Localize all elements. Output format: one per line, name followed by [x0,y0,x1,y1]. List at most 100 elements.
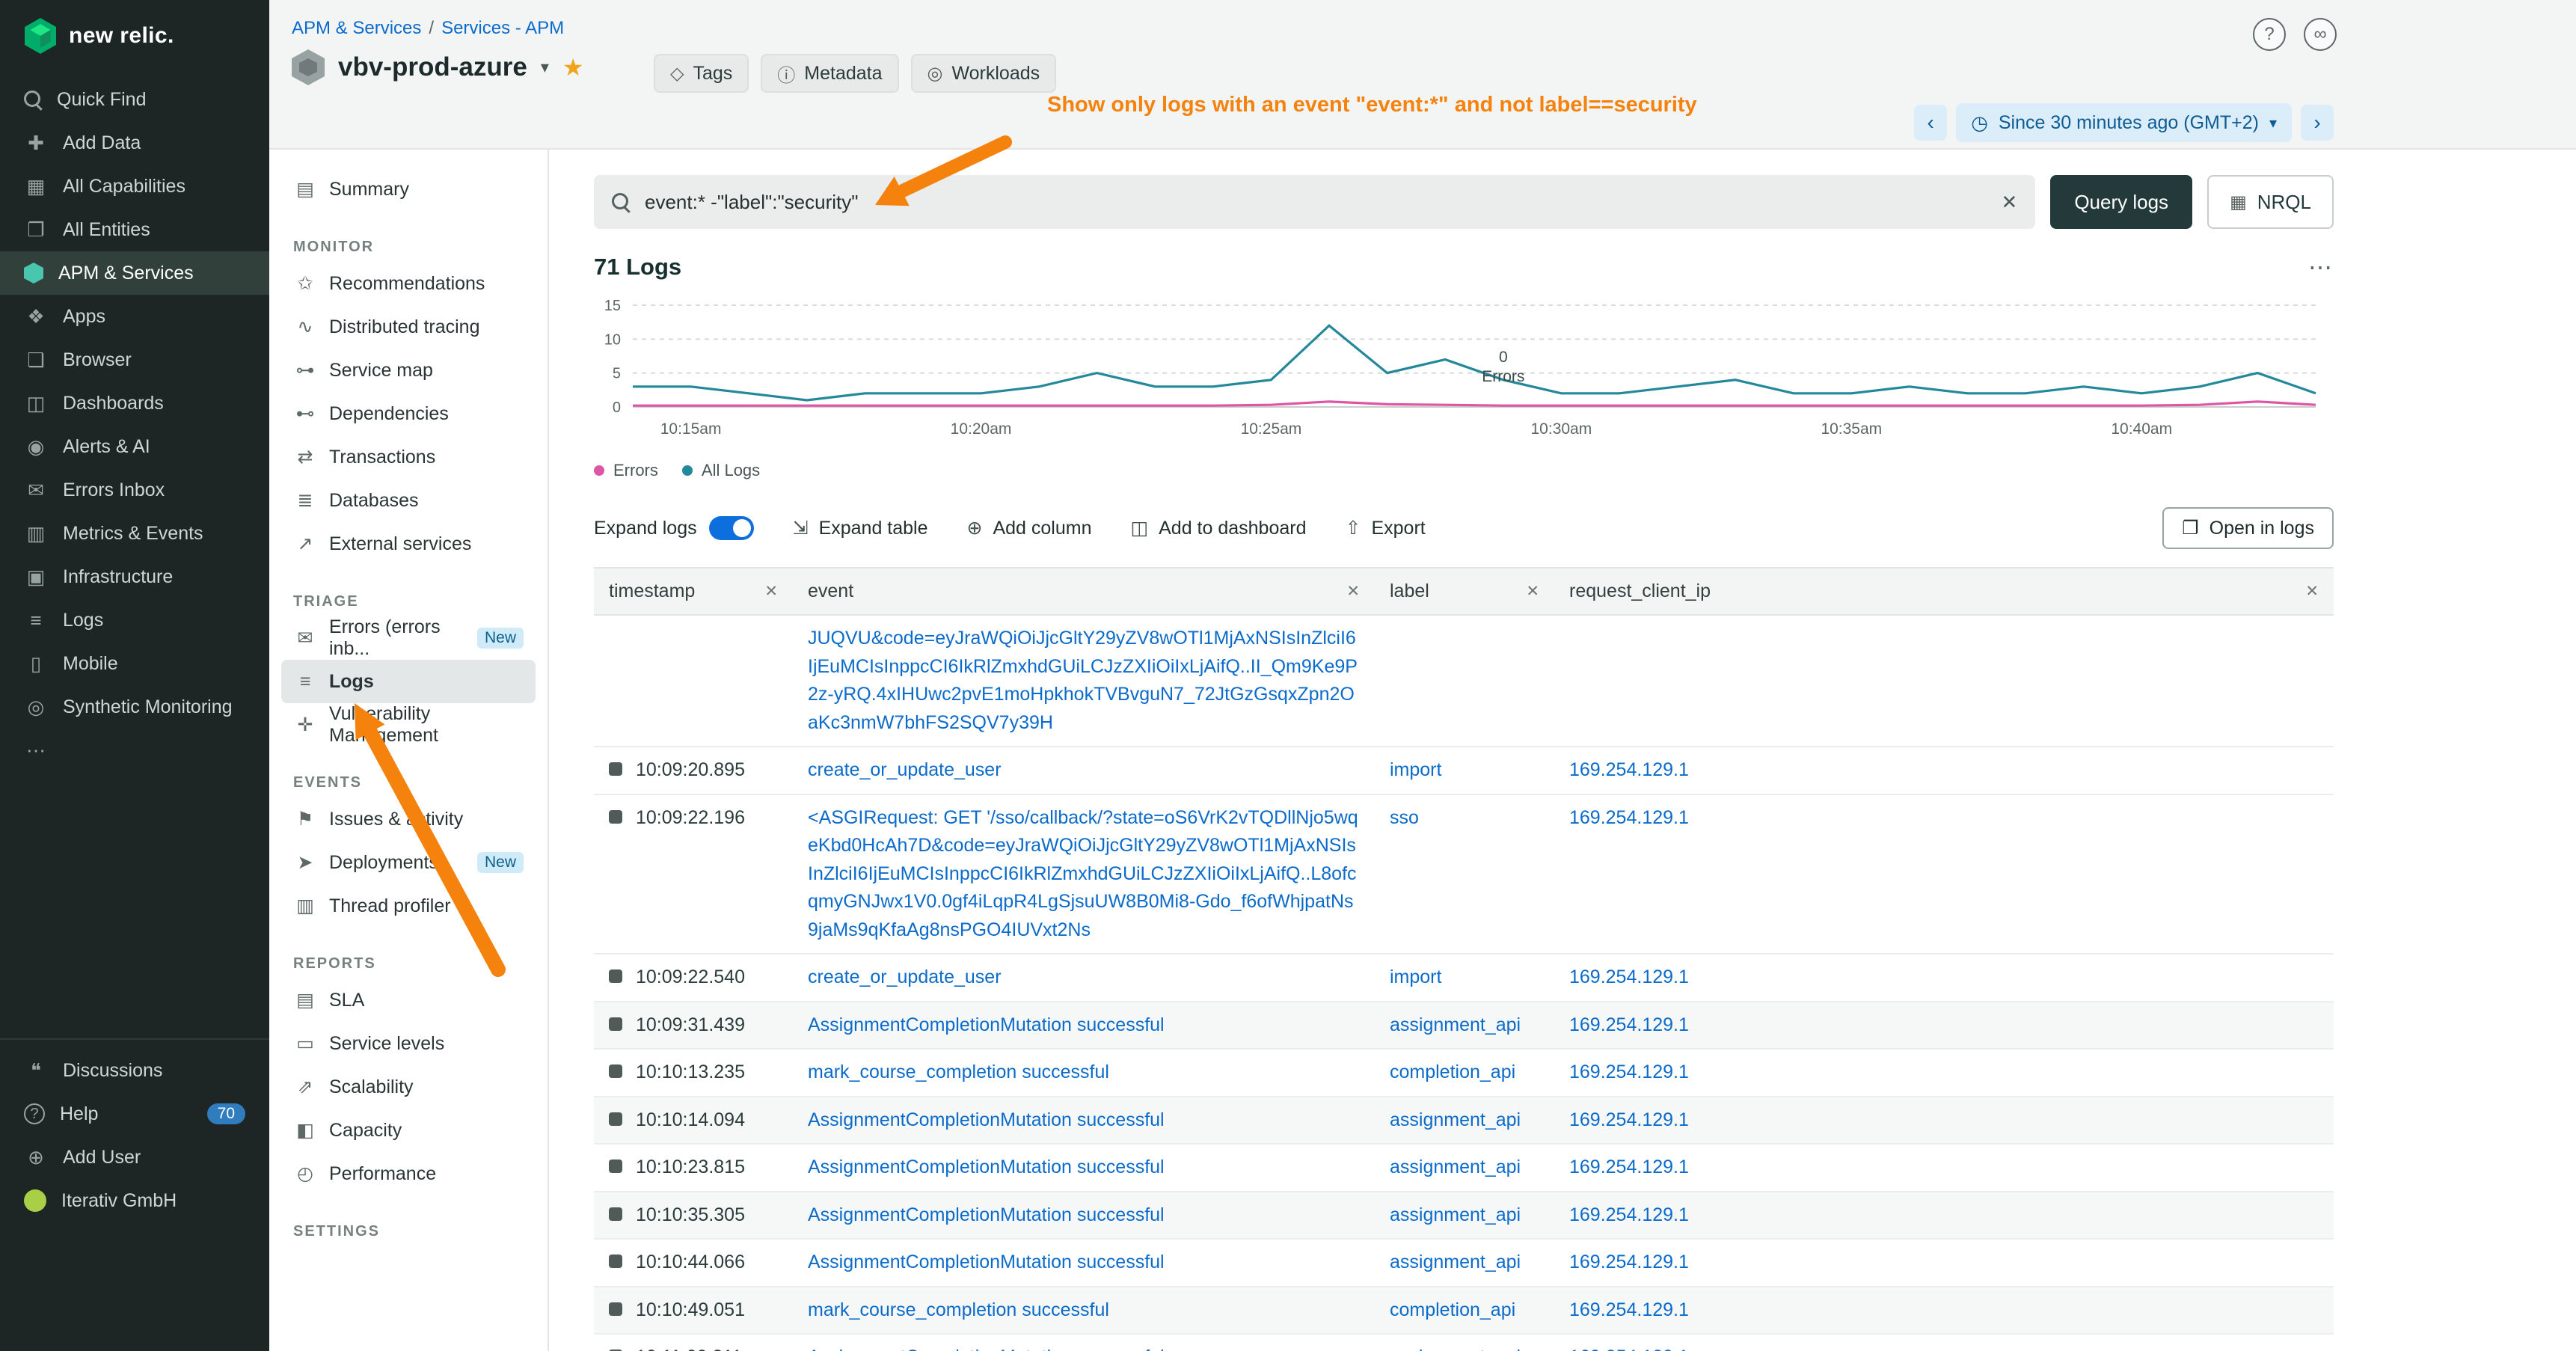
breadcrumb-link-apm[interactable]: APM & Services [292,18,421,38]
sidebar-item[interactable]: ▥ Metrics & Events [0,512,269,555]
log-ip-link[interactable]: 169.254.129.1 [1569,1347,1689,1351]
new-relic-logo[interactable]: new relic. [0,0,269,69]
log-row[interactable]: 10:10:35.305 AssignmentCompletionMutatio… [594,1192,2334,1240]
sidebar-footer-item[interactable]: Iterativ GmbH [0,1179,269,1222]
export-button[interactable]: ⇧Export [1346,517,1426,539]
sidebar-item[interactable]: ❑ Browser [0,338,269,382]
chevron-down-icon[interactable]: ▾ [541,58,549,77]
subnav-item[interactable]: REPORTS [281,949,536,978]
subnav-item[interactable]: ⇗ Scalability [281,1065,536,1109]
log-event-link[interactable]: AssignmentCompletionMutation successful [808,1157,1165,1177]
subnav-item[interactable]: ▥ Thread profiler [281,884,536,928]
sidebar-item[interactable]: ❖ Apps [0,295,269,338]
log-event-link[interactable]: AssignmentCompletionMutation successful [808,1347,1165,1351]
log-label-link[interactable]: assignment_api [1390,1109,1521,1130]
row-handle-icon[interactable] [609,1017,622,1031]
nrql-button[interactable]: ▦ NRQL [2207,175,2334,229]
add-to-dashboard-button[interactable]: ◫Add to dashboard [1131,517,1307,539]
log-label-link[interactable]: sso [1390,807,1419,828]
log-row[interactable]: 10:10:49.051 mark_course_completion succ… [594,1287,2334,1335]
sidebar-item[interactable]: ▣ Infrastructure [0,555,269,598]
row-handle-icon[interactable] [609,1064,622,1078]
column-close-icon[interactable]: ✕ [2305,582,2319,601]
log-row[interactable]: 10:10:14.094 AssignmentCompletionMutatio… [594,1097,2334,1145]
sidebar-footer-item[interactable]: ? Help 70 [0,1092,269,1136]
more-options-icon[interactable]: ⋯ [2308,253,2334,281]
subnav-item[interactable]: ⚑ Issues & activity [281,797,536,841]
row-handle-icon[interactable] [609,762,622,776]
log-label-link[interactable]: import [1390,759,1441,780]
chart-legend-item[interactable]: Errors [594,461,658,480]
log-ip-link[interactable]: 169.254.129.1 [1569,807,1689,828]
sidebar-item[interactable]: ✉ Errors Inbox [0,468,269,512]
row-handle-icon[interactable] [609,1302,622,1316]
chart-legend-item[interactable]: All Logs [682,461,760,480]
expand-table-button[interactable]: ⇲Expand table [793,517,928,539]
log-row[interactable]: 10:09:20.895 create_or_update_user impor… [594,747,2334,795]
logs-volume-chart[interactable]: 05101510:15am10:20am10:25am10:30am10:35a… [594,293,2334,480]
log-event-link[interactable]: create_or_update_user [808,759,1002,780]
column-close-icon[interactable]: ✕ [1346,582,1360,601]
query-logs-button[interactable]: Query logs [2050,175,2192,229]
metadata-button[interactable]: ⓘMetadata [761,54,898,93]
time-forward-button[interactable]: › [2301,105,2334,141]
log-query-input[interactable]: event:* -"label":"security" ✕ [594,175,2035,229]
column-header-label[interactable]: label✕ [1375,569,1554,614]
row-handle-icon[interactable] [609,1159,622,1173]
subnav-item[interactable]: ≡ Logs [281,660,536,703]
workloads-button[interactable]: ◎Workloads [911,54,1057,93]
row-handle-icon[interactable] [609,810,622,824]
sidebar-item[interactable]: ◫ Dashboards [0,382,269,425]
sidebar-item[interactable]: ❐ All Entities [0,208,269,251]
log-ip-link[interactable]: 169.254.129.1 [1569,1252,1689,1272]
log-row[interactable]: 10:09:22.540 create_or_update_user impor… [594,955,2334,1002]
subnav-item[interactable]: ⇄ Transactions [281,435,536,479]
add-column-button[interactable]: ⊕Add column [967,517,1092,539]
log-ip-link[interactable]: 169.254.129.1 [1569,1109,1689,1130]
column-header-timestamp[interactable]: timestamp✕ [594,569,793,614]
column-header-event[interactable]: event✕ [793,569,1375,614]
sidebar-item[interactable]: ✚ Add Data [0,121,269,165]
log-row[interactable]: 10:10:44.066 AssignmentCompletionMutatio… [594,1240,2334,1287]
sidebar-item[interactable]: ⋯ [0,729,269,772]
subnav-item[interactable]: ✩ Recommendations [281,262,536,305]
row-handle-icon[interactable] [609,1207,622,1221]
row-handle-icon[interactable] [609,1254,622,1268]
breadcrumb-link-services[interactable]: Services - APM [441,18,564,38]
sidebar-item[interactable]: ▯ Mobile [0,642,269,685]
sidebar-footer-item[interactable]: ❝ Discussions [0,1049,269,1092]
subnav-item[interactable]: ⊶ Service map [281,349,536,392]
log-label-link[interactable]: assignment_api [1390,1157,1521,1177]
subnav-item[interactable]: ▤ SLA [281,978,536,1022]
open-in-logs-button[interactable]: ❐Open in logs [2162,507,2334,549]
subnav-item[interactable]: ▭ Service levels [281,1022,536,1065]
subnav-item[interactable]: ✉ Errors (errors inb... New [281,616,536,660]
column-close-icon[interactable]: ✕ [1526,582,1539,601]
log-label-link[interactable]: assignment_api [1390,1347,1521,1351]
log-ip-link[interactable]: 169.254.129.1 [1569,1062,1689,1082]
log-event-link[interactable]: AssignmentCompletionMutation successful [808,1252,1165,1272]
tags-button[interactable]: ◇Tags [654,54,749,93]
log-label-link[interactable]: assignment_api [1390,1252,1521,1272]
log-ip-link[interactable]: 169.254.129.1 [1569,966,1689,987]
row-handle-icon[interactable] [609,1112,622,1126]
subnav-item[interactable]: SETTINGS [281,1216,536,1246]
log-label-link[interactable]: import [1390,966,1441,987]
subnav-item[interactable]: ∿ Distributed tracing [281,305,536,349]
log-ip-link[interactable]: 169.254.129.1 [1569,759,1689,780]
subnav-item[interactable]: ➤ Deployments New [281,841,536,884]
clear-query-icon[interactable]: ✕ [2002,191,2018,214]
time-range-picker[interactable]: ◷ Since 30 minutes ago (GMT+2) ▾ [1956,103,2292,142]
row-handle-icon[interactable] [609,969,622,983]
log-label-link[interactable]: completion_api [1390,1062,1515,1082]
subnav-item[interactable]: ✛ Vulnerability Management [281,703,536,747]
log-ip-link[interactable]: 169.254.129.1 [1569,1157,1689,1177]
log-row[interactable]: JUQVU&code=eyJraWQiOiJjcGltY29yZV8wOTl1M… [594,616,2334,747]
subnav-item[interactable]: EVENTS [281,768,536,797]
sidebar-item[interactable]: Quick Find [0,78,269,121]
sidebar-item[interactable]: APM & Services [0,251,269,295]
time-back-button[interactable]: ‹ [1914,105,1947,141]
log-event-link[interactable]: JUQVU&code=eyJraWQiOiJjcGltY29yZV8wOTl1M… [808,628,1358,733]
log-label-link[interactable]: assignment_api [1390,1204,1521,1225]
sidebar-item[interactable]: ▦ All Capabilities [0,165,269,208]
